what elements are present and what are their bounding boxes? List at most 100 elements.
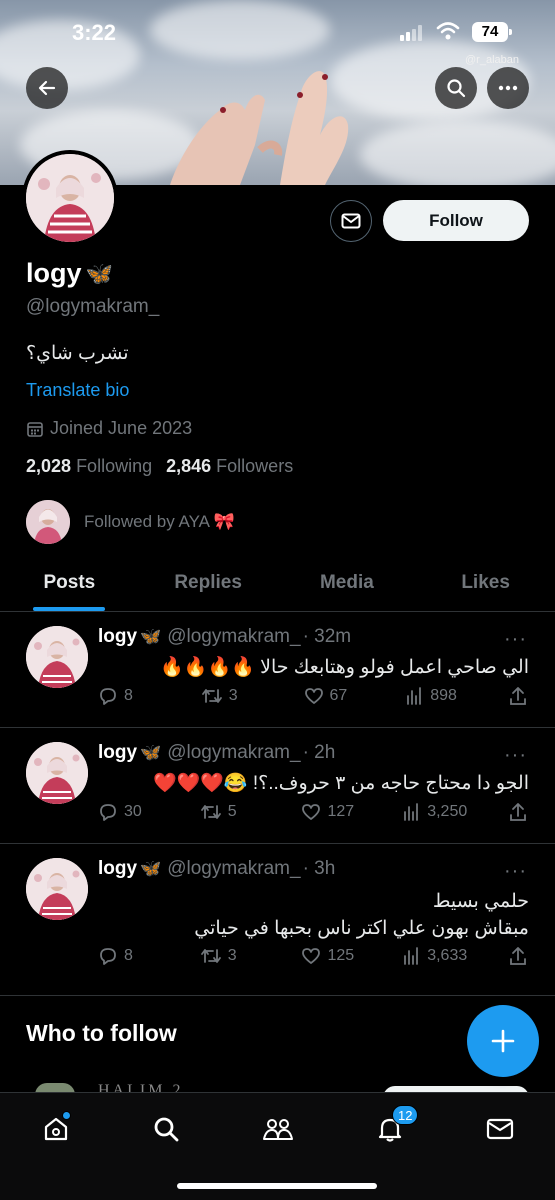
- followed-by-row[interactable]: Followed by AYA 🎀: [26, 500, 235, 544]
- battery-indicator: 74: [472, 22, 512, 42]
- profile-name: logy 🦋: [26, 258, 113, 289]
- post-author-text: logy: [98, 626, 138, 647]
- share-button[interactable]: [509, 686, 529, 706]
- post-actions: 8 3 67 898: [98, 686, 529, 706]
- post-header: logy 🦋 @logymakram_ · 32m: [98, 626, 351, 648]
- repost-button[interactable]: 5: [200, 802, 260, 822]
- home-indicator: [177, 1183, 377, 1189]
- tab-media[interactable]: Media: [278, 560, 417, 611]
- tab-replies[interactable]: Replies: [139, 560, 278, 611]
- followers-link[interactable]: 2,846 Followers: [166, 456, 293, 477]
- message-button[interactable]: [330, 200, 372, 242]
- views-icon: [404, 803, 419, 821]
- post-actions: 30 5 127 3,250: [98, 802, 529, 822]
- profile-avatar[interactable]: [22, 150, 118, 246]
- reply-count: 8: [124, 947, 133, 964]
- like-count: 67: [329, 687, 348, 704]
- following-label: Following: [76, 456, 153, 476]
- plus-icon: [491, 1029, 515, 1053]
- post-more-icon[interactable]: ···: [504, 628, 527, 651]
- follow-button[interactable]: Follow: [383, 200, 529, 241]
- repost-icon: [200, 805, 221, 819]
- reply-button[interactable]: 30: [98, 802, 158, 822]
- nav-messages[interactable]: [478, 1107, 522, 1151]
- views-button[interactable]: 3,633: [403, 946, 467, 966]
- followers-label: Followers: [216, 456, 294, 476]
- compose-button[interactable]: [467, 1005, 539, 1077]
- nav-notifications[interactable]: 12: [368, 1105, 419, 1151]
- profile-tabs: Posts Replies Media Likes: [0, 560, 555, 612]
- reply-count: 30: [124, 803, 142, 820]
- post-author-text: logy: [98, 858, 138, 879]
- post[interactable]: logy 🦋 @logymakram_ · 32m ··· الي صاحي اعمل ف…: [0, 612, 555, 728]
- hands-image: [170, 71, 349, 185]
- reply-count: 8: [124, 687, 133, 704]
- repost-button[interactable]: 3: [201, 686, 261, 706]
- reply-icon: [100, 948, 116, 965]
- nav-search[interactable]: [144, 1107, 188, 1151]
- share-button[interactable]: [509, 946, 529, 966]
- post-more-icon[interactable]: ···: [504, 860, 527, 883]
- nav-communities[interactable]: [256, 1107, 300, 1151]
- who-to-follow-heading: Who to follow: [26, 1020, 177, 1046]
- reply-icon: [100, 688, 116, 705]
- views-count: 3,250: [427, 803, 468, 820]
- share-icon: [510, 687, 526, 705]
- follow-stats: 2,028 Following 2,846 Followers: [26, 456, 293, 477]
- post[interactable]: logy 🦋 @logymakram_ · 2h ··· الجو دا محتاج حا…: [0, 728, 555, 844]
- following-link[interactable]: 2,028 Following: [26, 456, 152, 477]
- search-button[interactable]: [435, 67, 477, 109]
- notifications-badge: 12: [392, 1105, 419, 1125]
- mail-icon: [486, 1118, 514, 1140]
- reply-icon: [100, 804, 116, 821]
- search-icon: [447, 79, 466, 98]
- butterfly-emoji: 🦋: [140, 627, 162, 646]
- like-count: 125: [327, 947, 355, 964]
- post-avatar[interactable]: [26, 858, 88, 920]
- post-author-name[interactable]: logy 🦋: [98, 626, 161, 648]
- tab-posts[interactable]: Posts: [0, 560, 139, 611]
- calendar-icon: [27, 421, 43, 437]
- post-header: logy 🦋 @logymakram_ · 2h: [98, 742, 335, 764]
- post[interactable]: logy 🦋 @logymakram_ · 3h ··· حلمي بسيط مبقاش ب…: [0, 844, 555, 996]
- followed-by-text: Followed by AYA 🎀: [84, 512, 235, 531]
- back-button[interactable]: [26, 67, 68, 109]
- post-author-handle: @logymakram_: [167, 858, 301, 879]
- like-button[interactable]: 67: [304, 686, 364, 706]
- post-text: الجو دا محتاج حاجه من ٣ حروف..؟! 😂❤️❤️❤️: [98, 770, 529, 797]
- heart-icon: [302, 948, 321, 964]
- views-button[interactable]: 3,250: [403, 802, 467, 822]
- tab-likes[interactable]: Likes: [416, 560, 555, 611]
- arrow-left-icon: [38, 80, 56, 96]
- more-options-button[interactable]: [487, 67, 529, 109]
- repost-icon: [200, 949, 221, 963]
- views-button[interactable]: 898: [406, 686, 466, 706]
- repost-count: 3: [227, 947, 237, 964]
- post-author-handle: @logymakram_: [167, 742, 301, 763]
- post-text-line: الجو دا محتاج حاجه من ٣ حروف..؟! 😂❤️❤️❤️: [152, 773, 529, 794]
- post-author-name[interactable]: logy 🦋: [98, 858, 161, 880]
- profile-name-text: logy: [26, 258, 82, 288]
- repost-button[interactable]: 3: [200, 946, 260, 966]
- reply-button[interactable]: 8: [98, 686, 158, 706]
- post-time: · 3h: [302, 858, 336, 879]
- post-actions: 8 3 125 3,633: [98, 946, 529, 966]
- cellular-signal-icon: [400, 25, 422, 41]
- post-more-icon[interactable]: ···: [504, 744, 527, 767]
- profile-handle: @logymakram_: [26, 296, 160, 317]
- nav-home[interactable]: [34, 1107, 78, 1151]
- repost-count: 5: [227, 803, 237, 820]
- share-icon: [510, 947, 526, 965]
- share-button[interactable]: [509, 802, 529, 822]
- post-text-line: الي صاحي اعمل فولو وهتابعك حالا 🔥🔥🔥🔥: [160, 657, 529, 678]
- like-button[interactable]: 125: [301, 946, 361, 966]
- post-avatar[interactable]: [26, 742, 88, 804]
- repost-icon: [201, 689, 222, 703]
- translate-bio-link[interactable]: Translate bio: [26, 380, 129, 401]
- post-author-name[interactable]: logy 🦋: [98, 742, 161, 764]
- reply-button[interactable]: 8: [98, 946, 158, 966]
- like-button[interactable]: 127: [301, 802, 361, 822]
- post-text-line: مبقاش بهون علي اكتر ناس بحبها في حياتي: [194, 918, 529, 939]
- post-avatar[interactable]: [26, 626, 88, 688]
- butterfly-emoji: 🦋: [140, 743, 162, 762]
